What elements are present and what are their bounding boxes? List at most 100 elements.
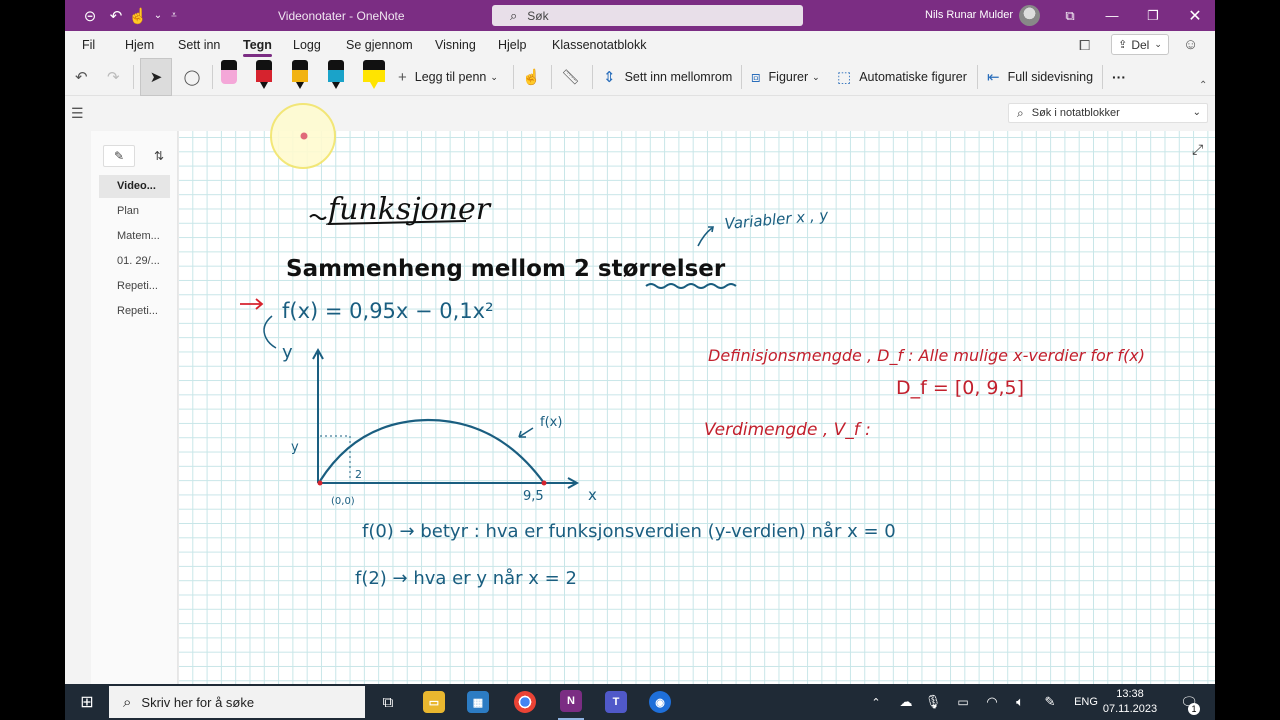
search-icon: ⌕ (1017, 105, 1024, 120)
sub-toolbar: ☰ ⌕ Søk i notatblokker ⌄ (65, 96, 1215, 131)
menu-logg[interactable]: Logg (293, 38, 321, 52)
customize-toolbar-icon[interactable]: ⩡ (161, 0, 187, 31)
teams-button[interactable]: T (603, 684, 629, 720)
maximize-button[interactable]: ❐ (1131, 0, 1175, 31)
shapes-button[interactable]: ⧈ Figurer ⌄ (751, 58, 820, 96)
hamburger-icon[interactable]: ☰ (71, 105, 84, 122)
page-item-3[interactable]: 01. 29/... (99, 250, 170, 273)
highlighter-yellow[interactable] (363, 60, 385, 90)
menu-visning[interactable]: Visning (435, 38, 476, 52)
pen-teal[interactable] (328, 60, 344, 90)
search-icon: ⌕ (123, 693, 132, 711)
windows-logo-icon: ⊞ (80, 694, 94, 711)
shapes-label: Figurer (768, 70, 809, 84)
menu-se-gjennom[interactable]: Se gjennom (346, 38, 413, 52)
notification-center-button[interactable]: 🗨︎ 1 (1175, 684, 1203, 720)
onenote-button[interactable]: N (558, 684, 584, 720)
restore-ribbon-icon[interactable]: ⧉ (1048, 0, 1092, 31)
chevron-down-icon: ⌄ (490, 71, 498, 82)
pen-yellow[interactable] (292, 60, 308, 90)
pen-red[interactable] (256, 60, 272, 90)
volume-muted-icon[interactable]: 🔈︎ (1009, 684, 1031, 720)
share-button[interactable]: ⇪ Del ⌄ (1111, 34, 1169, 55)
f2-line: f(2) → hva er y når x = 2 (355, 568, 577, 589)
onedrive-icon[interactable]: ☁ (895, 684, 917, 720)
page-item-1[interactable]: Plan (99, 200, 170, 223)
domain-definition: Definisjonsmengde , D_f : Alle mulige x-… (708, 346, 1145, 366)
clock-time: 13:38 (1116, 688, 1144, 700)
page-item-4[interactable]: Repeti... (99, 275, 170, 298)
pen-pink[interactable] (221, 60, 237, 90)
sort-pages-button[interactable]: ⇅ (143, 145, 175, 167)
pen-menu-icon[interactable]: ✎ (1039, 684, 1061, 720)
origin-label: (0,0) (331, 496, 355, 507)
menu-hjelp[interactable]: Hjelp (498, 38, 527, 52)
full-page-view-button[interactable]: ⇤ Full sidevisning (987, 58, 1093, 96)
teams-icon: T (605, 691, 627, 713)
menu-klassenotatblokk[interactable]: Klassenotatblokk (552, 38, 647, 52)
hand-draw-icon: ☝ (522, 69, 541, 86)
close-button[interactable]: ✕ (1173, 0, 1215, 31)
taskbar-search[interactable]: ⌕ Skriv her for å søke (109, 686, 365, 718)
auto-shapes-label: Automatiske figurer (859, 70, 967, 84)
clock[interactable]: 13:38 07.11.2023 (1095, 687, 1165, 717)
show-hidden-icons[interactable]: ⌃ (865, 684, 887, 720)
select-tool-button[interactable]: ➤ (140, 58, 172, 96)
battery-icon[interactable]: ▭ (952, 684, 974, 720)
page-item-5[interactable]: Repeti... (99, 300, 170, 323)
add-pen-button[interactable]: + Legg til penn ⌄ (398, 58, 498, 96)
app-button-blue[interactable]: ◉ (647, 684, 673, 720)
search-icon: ⌕ (510, 7, 518, 23)
notebook-search-placeholder: Søk i notatblokker (1031, 107, 1120, 119)
app-button-grid[interactable]: ▦ (465, 684, 491, 720)
task-view-button[interactable]: ⧉ (377, 684, 399, 720)
menu-fil[interactable]: Fil (82, 38, 95, 52)
menu-tegn[interactable]: Tegn (243, 38, 272, 57)
apps-icon: ▦ (467, 691, 489, 713)
back-icon[interactable]: ⊝ (77, 0, 103, 31)
user-name[interactable]: Nils Runar Mulder (925, 9, 1013, 21)
insert-space-button[interactable]: ⇕ Sett inn mellomrom (603, 58, 732, 96)
wifi-icon[interactable]: ◠ (981, 684, 1003, 720)
feedback-icon[interactable]: ☺ (1183, 36, 1198, 53)
notebook-search[interactable]: ⌕ Søk i notatblokker ⌄ (1008, 103, 1208, 123)
ruler-icon: 📏︎ (561, 69, 581, 86)
minimize-button[interactable]: — (1090, 0, 1134, 31)
ruler-button[interactable]: 📏︎ (561, 58, 580, 96)
avatar[interactable] (1019, 5, 1040, 26)
more-button[interactable]: ··· (1112, 58, 1126, 96)
onenote-window: ⊝ ↶ ☝ ⌄ ⩡ Videonotater - OneNote ⌕ Søk N… (65, 0, 1215, 684)
chevron-down-icon: ⌄ (812, 71, 820, 82)
handwriting-layer: funksjoner Sammenheng mellom 2 størrelse… (240, 103, 1145, 589)
chrome-button[interactable] (512, 684, 538, 720)
full-page-icon: ⇤ (987, 69, 1000, 86)
menu-bar: Fil Hjem Sett inn Tegn Logg Se gjennom V… (65, 31, 1215, 58)
pen-cursor-dot (300, 132, 308, 140)
curve-label: f(x) (540, 415, 562, 430)
sort-icon: ⇅ (153, 149, 165, 163)
menu-sett-inn[interactable]: Sett inn (178, 38, 220, 52)
file-explorer-button[interactable]: ▭ (421, 684, 447, 720)
page-item-0[interactable]: Video... (99, 175, 170, 198)
page-item-2[interactable]: Matem... (99, 225, 170, 248)
auto-shapes-button[interactable]: ⬚ Automatiske figurer (837, 58, 967, 96)
expand-icon[interactable]: ⤢ (1192, 141, 1203, 158)
app-icon: ◉ (649, 691, 671, 713)
chevron-down-icon: ⌄ (1192, 107, 1201, 118)
cursor-icon: ➤ (149, 69, 163, 86)
taskbar: ⊞ ⌕ Skriv her for å søke ⧉ ▭ ▦ N T ◉ ⌃ ☁… (65, 684, 1215, 720)
undo-button[interactable]: ↶ (75, 58, 88, 96)
redo-button[interactable]: ↷ (107, 58, 120, 96)
notebook-icon[interactable]: ⧠ (1079, 37, 1090, 54)
new-page-button[interactable]: ✎ (103, 145, 135, 167)
heading-line1: Sammenheng mellom 2 størrelser (286, 256, 726, 282)
microphone-icon[interactable]: 🎙︎ (922, 684, 944, 720)
lasso-tool-button[interactable]: ◯ (177, 58, 207, 96)
start-button[interactable]: ⊞ (73, 684, 101, 720)
menu-hjem[interactable]: Hjem (125, 38, 154, 52)
touch-draw-button[interactable]: ☝ (522, 58, 541, 96)
share-label: Del (1131, 37, 1150, 52)
search-box[interactable]: ⌕ Søk (492, 5, 803, 26)
collapse-ribbon-icon[interactable]: ⌃ (1199, 80, 1207, 91)
redo-icon: ↷ (107, 69, 120, 86)
